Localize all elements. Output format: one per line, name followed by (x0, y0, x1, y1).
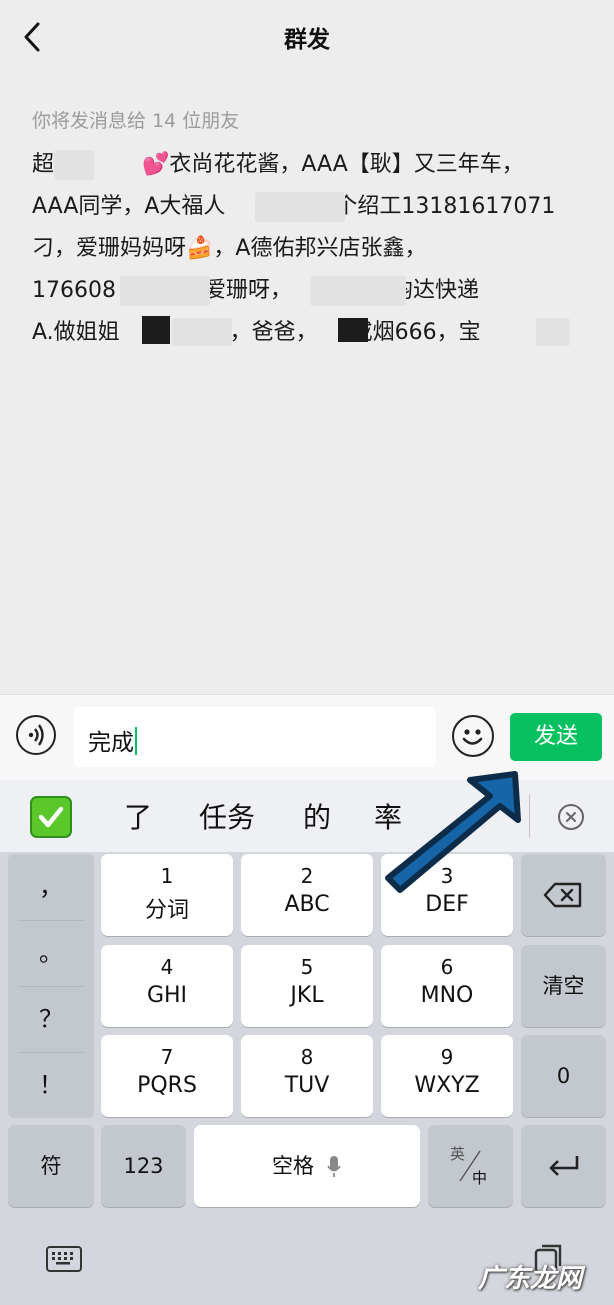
space-key[interactable]: 空格 (194, 1125, 420, 1207)
clear-key[interactable]: 清空 (521, 945, 606, 1027)
pointer-arrow-annotation (385, 771, 521, 893)
text-caret (135, 727, 137, 755)
enter-key[interactable] (521, 1125, 606, 1207)
punct-key-exclaim[interactable]: ！ (8, 1052, 94, 1118)
key-8[interactable]: 8 TUV (241, 1035, 373, 1117)
redaction-blur (255, 192, 345, 222)
candidate-word[interactable]: 任务 (199, 796, 255, 836)
punct-key-comma[interactable]: ， (8, 854, 94, 920)
redaction-blur (120, 276, 210, 306)
recipient-line: 刁，爱珊妈妈呀🍰，A德佑邦兴店张鑫， (32, 236, 427, 261)
page-title: 群发 (284, 27, 330, 53)
candidate-word[interactable]: 了 (124, 796, 152, 836)
key-0[interactable]: 0 (521, 1035, 606, 1117)
key-6[interactable]: 6 MNO (381, 945, 513, 1027)
recipient-line: A.做姐姐 ，爸爸， 戒烟666，宝 (32, 320, 481, 345)
key-7[interactable]: 7 PQRS (101, 1035, 233, 1117)
punctuation-column: ， 。 ？ ！ (8, 854, 94, 1118)
punct-key-period[interactable]: 。 (8, 920, 94, 986)
redaction-block (338, 318, 368, 342)
symbol-key[interactable]: 符 (8, 1125, 94, 1207)
recipient-list: 超 💕衣尚花花酱，AAA【耿】又三年车， AAA同学，A大福人 个绍工13181… (32, 144, 592, 354)
key-1[interactable]: 1 分词 (101, 854, 233, 936)
voice-input-icon[interactable] (16, 715, 56, 755)
check-mark-icon[interactable] (30, 796, 72, 838)
redaction-blur (54, 150, 94, 180)
redaction-blur (310, 276, 406, 306)
key-4[interactable]: 4 GHI (101, 945, 233, 1027)
message-input-text: 完成 (88, 730, 134, 756)
microphone-icon (327, 1156, 341, 1177)
recipient-count-caption: 你将发消息给 14 位朋友 (32, 110, 240, 132)
candidate-word[interactable]: 的 (303, 796, 331, 836)
header-bar: 群发 (0, 0, 614, 76)
redaction-blur (536, 318, 570, 346)
key-2[interactable]: 2 ABC (241, 854, 373, 936)
key-9[interactable]: 9 WXYZ (381, 1035, 513, 1117)
watermark-text: 广东龙网 (478, 1264, 583, 1294)
punct-key-question[interactable]: ？ (8, 986, 94, 1052)
language-switch-key[interactable]: 英 中 (428, 1125, 513, 1207)
redaction-block (142, 316, 170, 344)
return-icon (549, 1156, 579, 1176)
keyboard-switch-icon[interactable] (46, 1246, 82, 1272)
key-5[interactable]: 5 JKL (241, 945, 373, 1027)
redaction-blur (172, 318, 232, 346)
numeric-key[interactable]: 123 (101, 1125, 186, 1207)
recipient-line: 超 💕衣尚花花酱，AAA【耿】又三年车， (32, 152, 524, 177)
